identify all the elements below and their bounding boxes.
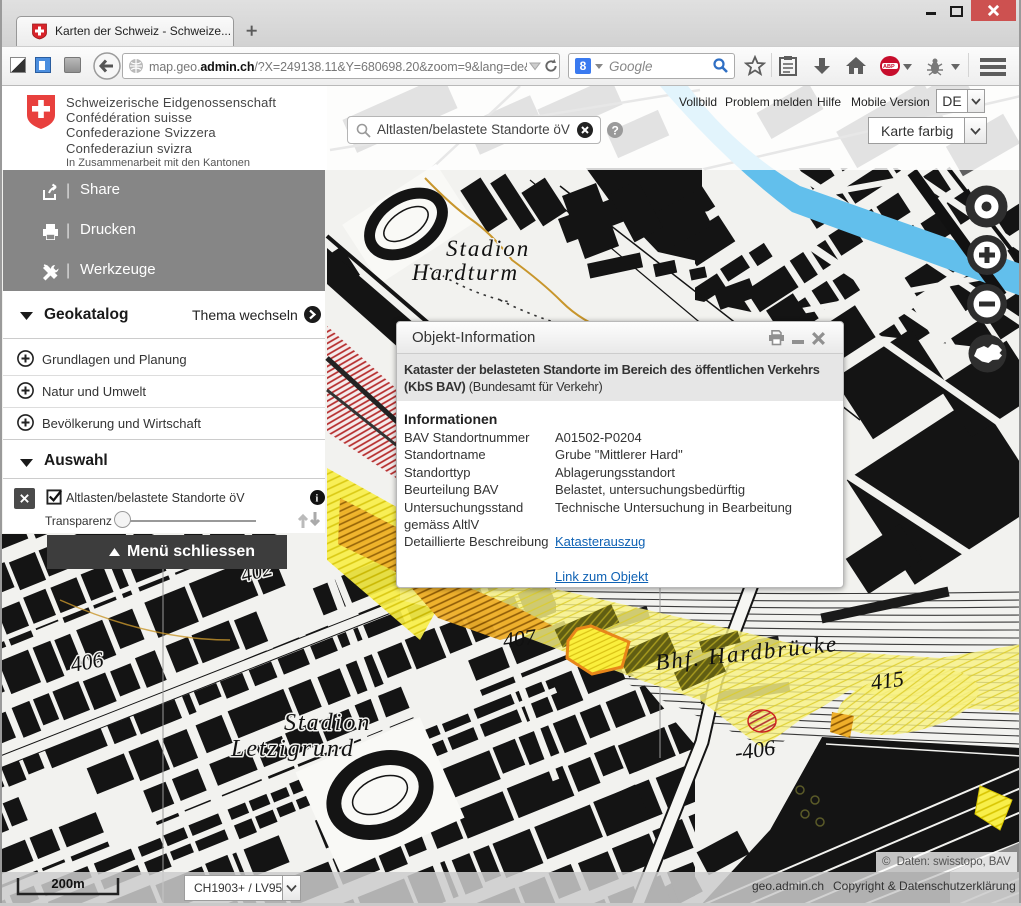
svg-text:i: i xyxy=(316,494,319,505)
svg-text:Hardturm: Hardturm xyxy=(411,260,519,285)
svg-text:Stadion: Stadion xyxy=(284,710,371,736)
svg-text:ABP: ABP xyxy=(883,64,895,70)
svg-text:?: ? xyxy=(612,124,619,138)
svg-text:407: 407 xyxy=(501,623,538,652)
svg-text:Letzigrund: Letzigrund xyxy=(230,736,355,762)
svg-text:415: 415 xyxy=(869,666,905,695)
svg-text:Stadion: Stadion xyxy=(446,236,530,261)
